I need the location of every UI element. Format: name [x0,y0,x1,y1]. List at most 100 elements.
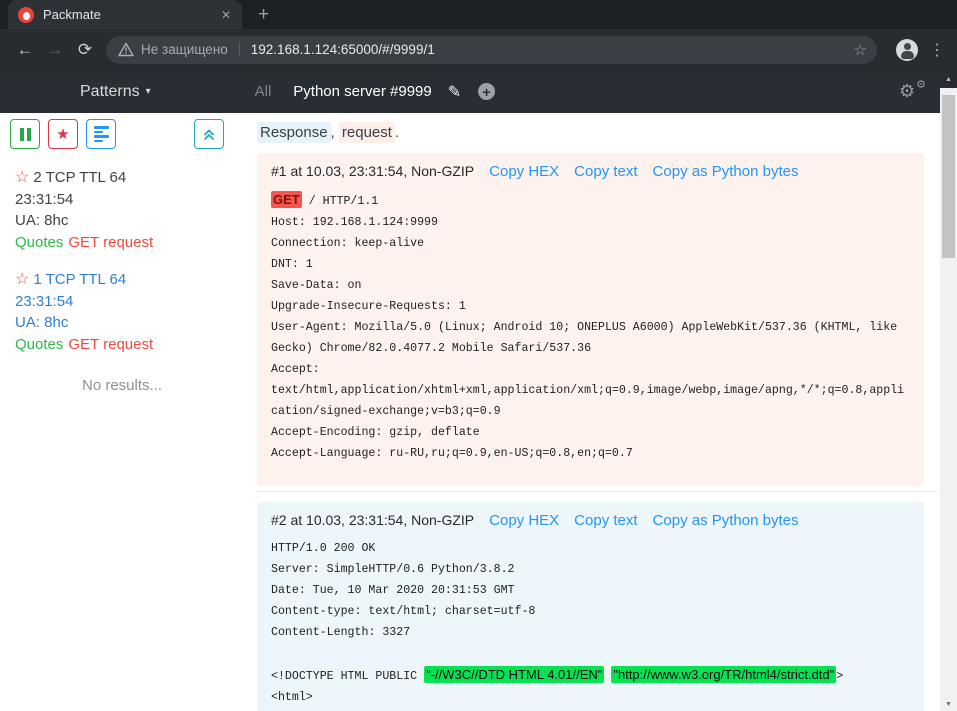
scroll-down-arrow-icon[interactable]: ▼ [940,701,957,708]
url-divider [239,42,240,57]
tab-all[interactable]: All [255,83,272,100]
copy-hex-link[interactable]: Copy HEX [489,512,559,529]
copy-text-link[interactable]: Copy text [574,512,637,529]
legend-text: . [395,124,399,141]
close-tab-icon[interactable]: ✕ [218,8,234,22]
url-text[interactable]: 192.168.1.124:65000/#/9999/1 [251,42,854,57]
browser-tab-packmate[interactable]: Packmate ✕ [8,0,242,29]
new-tab-button[interactable]: + [258,5,269,24]
page-scrollbar[interactable]: ▲ ▼ [940,70,957,711]
collapse-sidebar-button[interactable] [194,119,224,149]
pattern-match-green: "-//W3C//DTD HTML 4.01//EN" [424,666,604,683]
add-service-button[interactable]: + [478,83,495,100]
pause-icon [20,128,31,141]
stream-user-agent: UA: 8hc [15,312,244,334]
packet-line: Date: Tue, 10 Mar 2020 20:31:53 GMT [271,580,910,601]
sidebar-toolbar: ★ [0,119,244,149]
packet-separator [257,491,938,492]
list-view-button[interactable] [86,119,116,149]
forward-icon[interactable]: → [40,40,70,60]
browser-window: Packmate ✕ + ← → ⟳ Не защищено 192.168.1… [0,0,957,711]
packet-meta: #2 at 10.03, 23:31:54, Non-GZIP [271,512,474,528]
stream-title-row: ☆1 TCP TTL 64 [15,269,244,291]
packet-line: Upgrade-Insecure-Requests: 1 [271,296,910,317]
copy-hex-link[interactable]: Copy HEX [489,163,559,180]
stream-title: 2 TCP TTL 64 [33,169,126,186]
packet-block-response: #2 at 10.03, 23:31:54, Non-GZIP Copy HEX C… [257,502,924,711]
packet-body: GET / HTTP/1.1Host: 192.168.1.124:9999Co… [271,189,910,464]
packet-line: Save-Data: on [271,275,910,296]
align-left-icon [94,126,109,142]
pattern-match-red: GET [271,191,302,208]
legend-response: Response [257,122,331,143]
scrollbar-thumb[interactable] [942,95,955,258]
filter-legend: Response, request. [257,124,957,141]
browser-menu-kebab-icon[interactable]: ⋮ [927,40,947,60]
stream-tag: GET request [68,234,153,251]
packet-line: Server: SimpleHTTP/0.6 Python/3.8.2 [271,559,910,580]
browser-tab-strip: Packmate ✕ + [0,0,957,29]
packet-line: HTTP/1.0 200 OK [271,538,910,559]
browser-toolbar: ← → ⟳ Не защищено 192.168.1.124:65000/#/… [0,29,957,70]
profile-avatar-icon[interactable] [896,39,918,61]
favorite-star-icon[interactable]: ☆ [15,271,29,288]
patterns-label: Patterns [80,83,140,101]
packet-line: DNT: 1 [271,254,910,275]
stream-title: 1 TCP TTL 64 [33,271,126,288]
packet-line: Content-type: text/html; charset=utf-8 [271,601,910,622]
packet-line: <html> [271,687,910,708]
packet-list: #1 at 10.03, 23:31:54, Non-GZIP Copy HEX C… [257,153,957,711]
edit-pencil-icon[interactable]: ✎ [448,82,461,102]
packet-line [271,643,910,664]
stream-user-agent: UA: 8hc [15,210,244,232]
packet-meta: #1 at 10.03, 23:31:54, Non-GZIP [271,163,474,179]
security-label: Не защищено [141,42,228,57]
patterns-menu[interactable]: Patterns ▾ [80,83,151,101]
stream-entry[interactable]: ☆1 TCP TTL 6423:31:54UA: 8hcQuotesGET re… [15,269,244,355]
packet-meta-row: #2 at 10.03, 23:31:54, Non-GZIP Copy HEX C… [271,512,910,529]
copy-python-bytes-link[interactable]: Copy as Python bytes [653,512,799,529]
back-icon[interactable]: ← [10,40,40,60]
legend-request: request [339,122,395,143]
favorite-star-icon[interactable]: ☆ [15,169,29,186]
packet-line: Host: 192.168.1.124:9999 [271,212,910,233]
stream-list: ☆2 TCP TTL 6423:31:54UA: 8hcQuotesGET re… [0,149,244,355]
stream-time: 23:31:54 [15,291,244,313]
packet-body: HTTP/1.0 200 OKServer: SimpleHTTP/0.6 Py… [271,538,910,708]
packet-line: User-Agent: Mozilla/5.0 (Linux; Android … [271,317,910,359]
no-results-text: No results... [0,377,244,394]
scrollbar-track[interactable]: ▼ [940,88,957,711]
reload-icon[interactable]: ⟳ [70,40,100,60]
page-body: ★ ☆2 TCP TTL 6423:31:54UA: 8hcQuotesGET … [0,113,957,711]
double-chevron-up-icon [202,127,216,141]
stream-content: Response, request. #1 at 10.03, 23:31:54… [244,113,957,711]
bookmark-star-icon[interactable]: ☆ [854,41,867,59]
packet-meta-row: #1 at 10.03, 23:31:54, Non-GZIP Copy HEX C… [271,163,910,180]
packet-line: Accept-Encoding: gzip, deflate [271,422,910,443]
chevron-down-icon: ▾ [146,86,151,97]
favorites-filter-button[interactable]: ★ [48,119,78,149]
pattern-match-green: "http://www.w3.org/TR/html4/strict.dtd" [611,666,836,683]
settings-gears-icon[interactable]: ⚙ ⚙ [899,80,927,104]
pause-button[interactable] [10,119,40,149]
stream-sidebar: ★ ☆2 TCP TTL 6423:31:54UA: 8hcQuotesGET … [0,113,244,711]
app-header: Patterns ▾ All Python server #9999 ✎ + ⚙… [0,70,957,113]
stream-entry[interactable]: ☆2 TCP TTL 6423:31:54UA: 8hcQuotesGET re… [15,167,244,253]
stream-time: 23:31:54 [15,189,244,211]
scroll-up-arrow-icon[interactable]: ▲ [940,70,957,88]
address-bar[interactable]: Не защищено 192.168.1.124:65000/#/9999/1… [106,36,877,64]
copy-python-bytes-link[interactable]: Copy as Python bytes [653,163,799,180]
star-icon: ★ [56,127,69,142]
tab-python-server[interactable]: Python server #9999 [293,83,431,100]
packet-line: Connection: keep-alive [271,233,910,254]
packet-line: Accept: text/html,application/xhtml+xml,… [271,359,910,422]
legend-text: , [331,124,339,141]
stream-title-row: ☆2 TCP TTL 64 [15,167,244,189]
tab-title: Packmate [43,7,218,22]
copy-text-link[interactable]: Copy text [574,163,637,180]
stream-tag: Quotes [15,234,63,251]
stream-tags: Quotes GET request [15,232,244,254]
stream-tag: Quotes [15,336,63,353]
packet-line: <!DOCTYPE HTML PUBLIC "-//W3C//DTD HTML … [271,664,910,687]
security-warning-icon [118,42,134,57]
